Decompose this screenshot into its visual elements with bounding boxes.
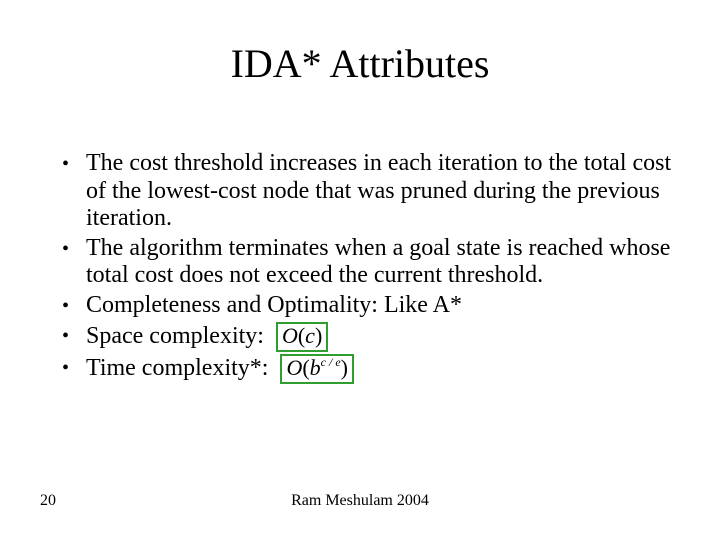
formula-exponent: c / e	[321, 355, 341, 369]
bullet-text: The algorithm terminates when a goal sta…	[86, 235, 670, 289]
space-complexity-formula: O(c)	[276, 322, 328, 352]
bullet-item: The cost threshold increases in each ite…	[54, 150, 674, 233]
paren-close: )	[341, 355, 348, 380]
formula-arg: c	[305, 323, 315, 348]
big-o-symbol: O	[282, 323, 298, 348]
bullet-text: Completeness and Optimality: Like A*	[86, 292, 462, 318]
bullet-item: Space complexity: O(c)	[54, 322, 674, 352]
bullet-list: The cost threshold increases in each ite…	[54, 150, 674, 384]
bullet-item: Time complexity*: O(bc / e)	[54, 354, 674, 384]
slide-title: IDA* Attributes	[0, 40, 720, 87]
bullet-text: Space complexity:	[86, 323, 270, 349]
paren-open: (	[302, 355, 309, 380]
big-o-symbol: O	[286, 355, 302, 380]
paren-close: )	[315, 323, 322, 348]
slide-body: The cost threshold increases in each ite…	[54, 150, 674, 386]
bullet-text: The cost threshold increases in each ite…	[86, 150, 671, 231]
time-complexity-formula: O(bc / e)	[280, 354, 354, 384]
bullet-text: Time complexity*:	[86, 355, 274, 381]
formula-base: b	[310, 355, 321, 380]
bullet-item: The algorithm terminates when a goal sta…	[54, 235, 674, 290]
slide: IDA* Attributes The cost threshold incre…	[0, 0, 720, 540]
bullet-item: Completeness and Optimality: Like A*	[54, 292, 674, 320]
footer-text: Ram Meshulam 2004	[0, 492, 720, 510]
